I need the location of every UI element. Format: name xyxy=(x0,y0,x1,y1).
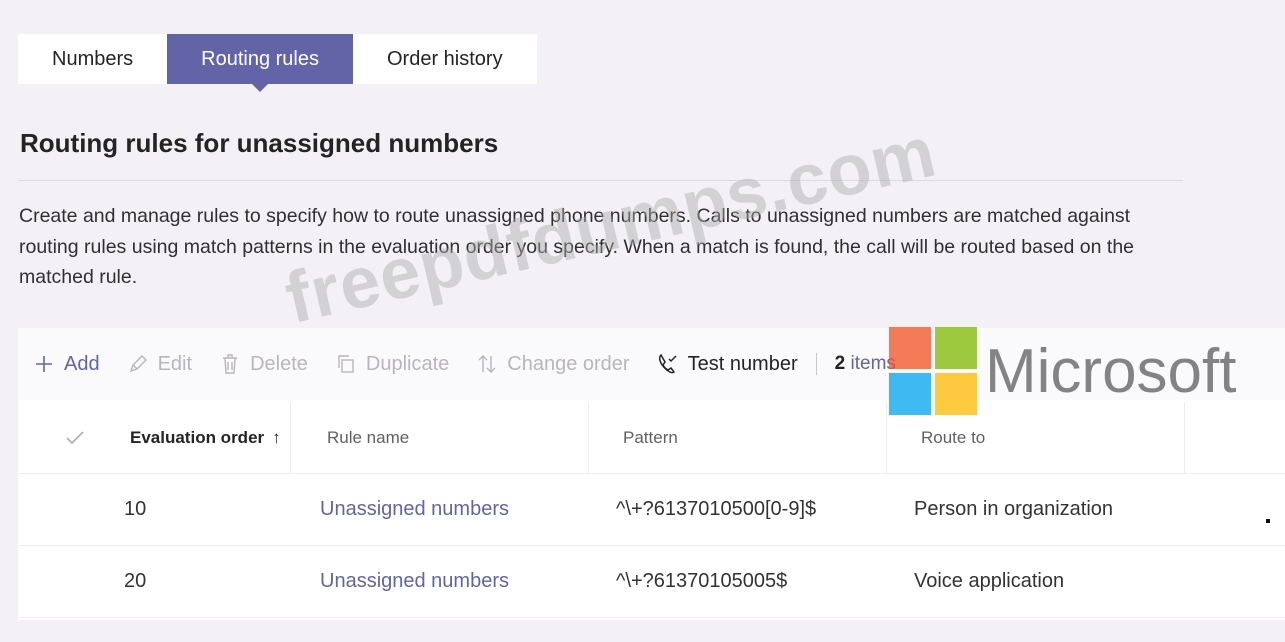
rule-name-link[interactable]: Unassigned numbers xyxy=(320,498,509,521)
cell-route-to: Voice application xyxy=(914,570,1065,592)
tab-order-history[interactable]: Order history xyxy=(353,34,537,84)
reorder-arrows-icon xyxy=(475,352,499,376)
column-header-label: Pattern xyxy=(623,427,678,447)
title-divider xyxy=(18,180,1183,181)
test-number-button[interactable]: Test number xyxy=(656,352,798,376)
duplicate-button[interactable]: Duplicate xyxy=(334,352,449,376)
column-header-evaluation-order[interactable]: Evaluation order ↑ xyxy=(130,402,290,473)
add-label: Add xyxy=(64,352,100,375)
tab-bar: Numbers Routing rules Order history xyxy=(18,34,537,92)
column-header-rule-name[interactable]: Rule name xyxy=(290,402,588,473)
column-header-label: Rule name xyxy=(327,427,410,447)
checkmark-icon xyxy=(66,431,84,444)
change-order-button[interactable]: Change order xyxy=(475,352,630,376)
delete-button[interactable]: Delete xyxy=(218,352,308,376)
column-header-pattern[interactable]: Pattern xyxy=(588,402,886,473)
toolbar: Add Edit Delete Duplicate Change order T… xyxy=(18,328,1285,400)
edit-button[interactable]: Edit xyxy=(126,352,192,376)
row-select[interactable] xyxy=(18,546,130,617)
trash-icon xyxy=(218,352,242,376)
items-count: 2 items xyxy=(835,353,896,375)
column-header-route-to[interactable]: Route to xyxy=(886,402,1184,473)
cell-pattern: ^\+?6137010500[0-9]$ xyxy=(616,498,817,520)
plus-icon xyxy=(32,352,56,376)
select-all-checkbox[interactable] xyxy=(18,402,130,473)
column-header-label: Evaluation order xyxy=(130,427,265,447)
column-header-spacer xyxy=(1184,402,1185,473)
copy-icon xyxy=(334,352,358,376)
items-count-number: 2 xyxy=(834,353,846,374)
edit-label: Edit xyxy=(157,352,193,375)
cell-pattern: ^\+?61370105005$ xyxy=(616,570,788,592)
tab-numbers[interactable]: Numbers xyxy=(18,34,167,84)
rules-table: Evaluation order ↑ Rule name Pattern Rou… xyxy=(18,402,1285,618)
pencil-icon xyxy=(126,352,150,376)
cell-evaluation-order: 10 xyxy=(124,498,147,520)
cell-evaluation-order: 20 xyxy=(124,570,147,592)
row-select[interactable] xyxy=(18,474,130,545)
table-header: Evaluation order ↑ Rule name Pattern Rou… xyxy=(18,402,1285,474)
column-header-label: Route to xyxy=(921,427,986,447)
add-button[interactable]: Add xyxy=(32,352,100,376)
duplicate-label: Duplicate xyxy=(365,352,450,375)
delete-label: Delete xyxy=(250,352,308,375)
items-count-label: items xyxy=(850,353,896,374)
page-description: Create and manage rules to specify how t… xyxy=(19,205,1135,288)
table-row[interactable]: 10 Unassigned numbers ^\+?6137010500[0-9… xyxy=(18,474,1285,546)
toolbar-separator xyxy=(815,353,817,375)
change-order-label: Change order xyxy=(507,352,630,375)
tab-routing-rules[interactable]: Routing rules xyxy=(167,34,353,92)
table-row[interactable]: 20 Unassigned numbers ^\+?61370105005$ V… xyxy=(18,546,1285,618)
rule-name-link[interactable]: Unassigned numbers xyxy=(320,570,509,593)
cell-route-to: Person in organization xyxy=(914,498,1114,520)
page-title: Routing rules for unassigned numbers xyxy=(20,128,499,158)
test-number-label: Test number xyxy=(687,352,798,375)
phone-check-icon xyxy=(656,352,680,376)
cell-rule-name[interactable]: Unassigned numbers xyxy=(284,474,582,545)
cell-rule-name[interactable]: Unassigned numbers xyxy=(284,546,582,617)
sort-ascending-icon: ↑ xyxy=(272,427,281,447)
mouse-cursor-icon xyxy=(1266,519,1270,523)
rules-panel: Add Edit Delete Duplicate Change order T… xyxy=(18,328,1285,620)
